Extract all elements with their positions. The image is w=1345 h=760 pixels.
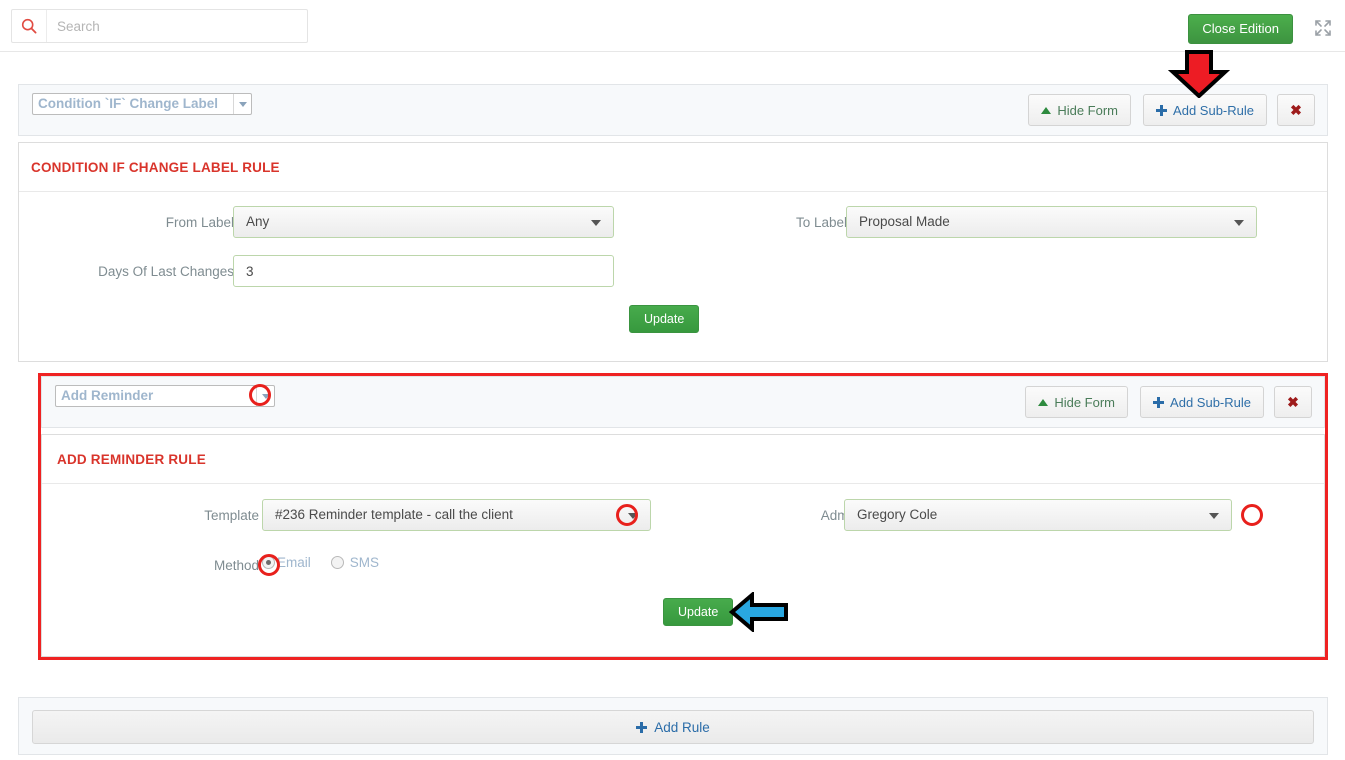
to-label-value: Proposal Made bbox=[859, 214, 950, 229]
chevron-down-icon bbox=[591, 220, 601, 226]
app-root: Close Edition Condition `IF` Change Labe… bbox=[0, 0, 1345, 760]
radio-email-label[interactable]: Email bbox=[277, 555, 311, 570]
rule-body-panel-2: ADD REMINDER RULE Template #236 Reminder… bbox=[41, 434, 1325, 657]
divider bbox=[19, 191, 1327, 192]
days-of-last-changes-label: Days Of Last Changes bbox=[98, 264, 234, 279]
chevron-down-icon bbox=[256, 386, 274, 406]
template-label: Template bbox=[204, 508, 259, 523]
rule-title-2: ADD REMINDER RULE bbox=[57, 452, 206, 467]
chevron-down-icon bbox=[1234, 220, 1244, 226]
plus-icon bbox=[1156, 104, 1168, 116]
rule-type-select-2[interactable]: Add Reminder bbox=[55, 385, 275, 407]
hide-form-label-2: Hide Form bbox=[1054, 394, 1115, 410]
template-select[interactable]: #236 Reminder template - call the client bbox=[262, 499, 651, 531]
rule-type-select-value-1: Condition `IF` Change Label bbox=[38, 96, 218, 111]
admin-label: Admin bbox=[820, 508, 859, 523]
expand-fullscreen-icon[interactable] bbox=[1314, 19, 1332, 37]
plus-icon bbox=[1153, 396, 1165, 408]
plus-icon bbox=[636, 721, 648, 733]
to-label-label: To Label bbox=[795, 215, 847, 230]
chevron-down-icon bbox=[1209, 513, 1219, 519]
rule-type-select-value-2: Add Reminder bbox=[61, 388, 154, 403]
template-value: #236 Reminder template - call the client bbox=[275, 507, 513, 522]
triangle-up-icon bbox=[1041, 106, 1052, 114]
rule-title-1: CONDITION IF CHANGE LABEL RULE bbox=[31, 160, 280, 175]
update-button-1[interactable]: Update bbox=[629, 305, 700, 333]
radio-email[interactable] bbox=[262, 556, 275, 569]
radio-sms-label[interactable]: SMS bbox=[350, 555, 379, 570]
add-sub-rule-label-1: Add Sub-Rule bbox=[1173, 102, 1254, 118]
chevron-down-icon bbox=[628, 513, 638, 519]
add-rule-panel: Add Rule bbox=[18, 697, 1328, 755]
from-label-label: From Label bbox=[165, 215, 234, 230]
close-icon: ✖ bbox=[1290, 101, 1302, 118]
triangle-up-icon bbox=[1038, 398, 1049, 406]
add-sub-rule-label-2: Add Sub-Rule bbox=[1170, 394, 1251, 410]
search-box[interactable] bbox=[11, 9, 308, 43]
update-button-2[interactable]: Update bbox=[663, 598, 734, 626]
rule-header-panel-2: Add Reminder Hide Form Add Sub-Rule ✖ bbox=[41, 376, 1325, 428]
top-toolbar: Close Edition bbox=[0, 0, 1345, 52]
from-label-value: Any bbox=[246, 214, 270, 229]
delete-rule-button-2[interactable]: ✖ bbox=[1274, 386, 1312, 418]
delete-rule-button-1[interactable]: ✖ bbox=[1277, 94, 1315, 126]
rule-type-select-1[interactable]: Condition `IF` Change Label bbox=[32, 93, 252, 115]
search-icon bbox=[12, 10, 47, 42]
admin-value: Gregory Cole bbox=[857, 507, 938, 522]
method-label: Method bbox=[213, 558, 259, 573]
close-edition-button[interactable]: Close Edition bbox=[1188, 14, 1293, 44]
hide-form-button-1[interactable]: Hide Form bbox=[1028, 94, 1131, 126]
chevron-down-icon bbox=[233, 94, 251, 114]
add-rule-label: Add Rule bbox=[654, 719, 710, 735]
search-input[interactable] bbox=[47, 10, 307, 42]
hide-form-label-1: Hide Form bbox=[1057, 102, 1118, 118]
days-of-last-changes-input[interactable] bbox=[233, 255, 614, 287]
add-rule-button[interactable]: Add Rule bbox=[32, 710, 1314, 744]
rule-body-panel-1: CONDITION IF CHANGE LABEL RULE From Labe… bbox=[18, 142, 1328, 362]
close-icon: ✖ bbox=[1287, 393, 1299, 410]
add-sub-rule-button-2[interactable]: Add Sub-Rule bbox=[1140, 386, 1264, 418]
divider bbox=[42, 483, 1324, 484]
from-label-select[interactable]: Any bbox=[233, 206, 614, 238]
rule-header-panel-1: Condition `IF` Change Label Hide Form Ad… bbox=[18, 84, 1328, 136]
add-sub-rule-button-1[interactable]: Add Sub-Rule bbox=[1143, 94, 1267, 126]
admin-select[interactable]: Gregory Cole bbox=[844, 499, 1232, 531]
method-radio-group: Email SMS bbox=[262, 555, 379, 570]
to-label-select[interactable]: Proposal Made bbox=[846, 206, 1257, 238]
radio-sms[interactable] bbox=[330, 556, 344, 569]
hide-form-button-2[interactable]: Hide Form bbox=[1025, 386, 1128, 418]
